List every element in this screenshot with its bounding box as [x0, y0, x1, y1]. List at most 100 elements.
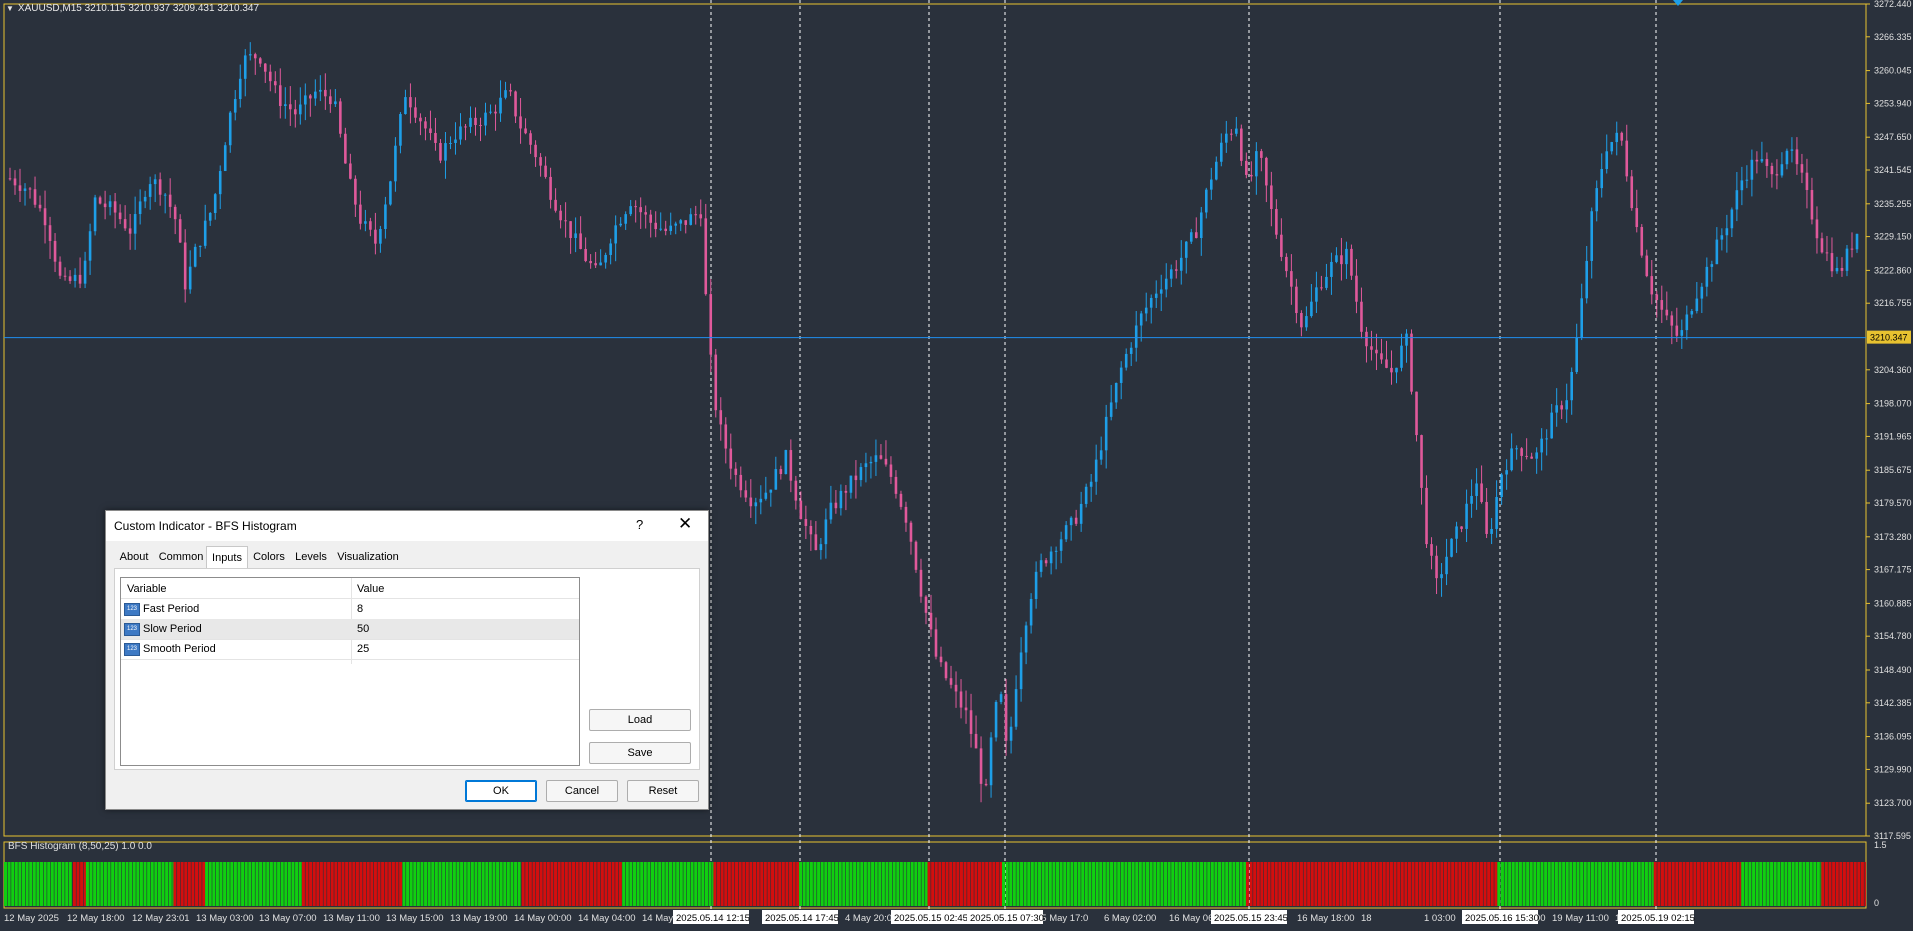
tab-about[interactable]: About	[116, 548, 152, 567]
histogram-bar	[1225, 862, 1229, 906]
histogram-bar	[1030, 862, 1034, 906]
histogram-bar	[173, 862, 177, 906]
table-row[interactable]: 123 Fast Period 8	[121, 599, 579, 620]
histogram-bar	[632, 862, 636, 906]
candle-body	[894, 476, 898, 494]
histogram-bar	[1558, 862, 1562, 906]
histogram-bar	[1689, 862, 1693, 906]
histogram-bar	[781, 862, 785, 906]
histogram-bar	[820, 862, 824, 906]
candle-body	[1525, 455, 1528, 457]
candle-body	[699, 214, 703, 219]
histogram-bar	[1598, 862, 1602, 906]
histogram-bar	[1536, 862, 1540, 906]
ok-button[interactable]: OK	[465, 780, 537, 802]
histogram-bar	[395, 862, 399, 906]
cancel-button[interactable]: Cancel	[546, 780, 618, 802]
reset-button[interactable]: Reset	[627, 780, 699, 802]
histogram-bar	[43, 862, 47, 906]
candle-body	[113, 201, 117, 213]
trade-marker-icon[interactable]	[1673, 0, 1683, 6]
histogram-bar	[1106, 862, 1110, 906]
histogram-bar	[1693, 862, 1697, 906]
candle-body	[1220, 142, 1223, 162]
tab-visualization[interactable]: Visualization	[336, 548, 400, 567]
column-header-variable[interactable]: Variable	[127, 583, 167, 595]
candle-body	[1450, 538, 1453, 557]
candle-body	[1069, 517, 1073, 526]
histogram-bar	[697, 862, 701, 906]
tab-inputs[interactable]: Inputs	[206, 546, 248, 569]
candle-body	[33, 189, 37, 205]
candle-body	[1715, 239, 1719, 265]
histogram-bar	[1048, 862, 1052, 906]
candle-body	[834, 502, 838, 509]
histogram-bar	[157, 862, 161, 906]
collapse-arrow-icon[interactable]: ▼	[6, 4, 14, 13]
candle-body	[1385, 359, 1388, 368]
candle-body	[1425, 487, 1428, 545]
param-name: Slow Period	[143, 623, 202, 635]
histogram-bar	[543, 862, 547, 906]
candle-body	[1505, 470, 1508, 475]
candle-body	[629, 206, 632, 215]
param-value[interactable]: 8	[357, 603, 363, 615]
price-axis-label: 3222.860	[1874, 265, 1912, 275]
histogram-bar	[1864, 862, 1866, 906]
histogram-bar	[874, 862, 878, 906]
help-button[interactable]: ?	[636, 517, 643, 532]
candle-body	[1325, 276, 1328, 288]
histogram-bar	[1630, 862, 1634, 906]
load-button[interactable]: Load	[589, 709, 691, 731]
histogram-bar	[359, 862, 363, 906]
dialog-titlebar[interactable]: Custom Indicator - BFS Histogram ? ✕	[106, 511, 708, 541]
histogram-bar	[129, 862, 133, 906]
histogram-bar	[111, 862, 115, 906]
save-button[interactable]: Save	[589, 742, 691, 764]
histogram-bar	[1576, 862, 1580, 906]
candle-body	[429, 128, 432, 134]
histogram-bar	[305, 862, 309, 906]
histogram-bar	[597, 862, 601, 906]
histogram-bar	[1350, 862, 1354, 906]
histogram-bar	[1274, 862, 1278, 906]
histogram-bar	[1368, 862, 1372, 906]
param-value[interactable]: 25	[357, 643, 369, 655]
histogram-bar	[1346, 862, 1350, 906]
histogram-bar	[1678, 862, 1682, 906]
close-icon[interactable]: ✕	[678, 514, 692, 534]
histogram-bar	[945, 862, 949, 906]
candle-body	[58, 261, 62, 276]
candle-body	[1585, 260, 1589, 299]
histogram-bar	[1131, 862, 1135, 906]
time-crosshair-label: 2025.05.19 02:15	[1621, 913, 1695, 924]
histogram-bar	[1526, 862, 1530, 906]
histogram-bar	[373, 862, 377, 906]
candle-body	[294, 109, 297, 115]
time-crosshair-label: 2025.05.16 15:30	[1465, 913, 1539, 924]
tab-levels[interactable]: Levels	[292, 548, 330, 567]
histogram-bar	[1821, 862, 1825, 906]
candle-body	[714, 354, 718, 411]
tab-common[interactable]: Common	[158, 548, 204, 567]
candle-body	[1550, 412, 1553, 439]
param-value[interactable]: 50	[357, 623, 369, 635]
table-row[interactable]: 123 Slow Period 50	[121, 619, 579, 640]
candle-body	[148, 184, 152, 197]
histogram-bar	[93, 862, 97, 906]
histogram-bar	[1117, 862, 1121, 906]
candle-body	[1104, 416, 1108, 451]
price-axis-label: 3216.755	[1874, 298, 1912, 308]
candle-body	[258, 58, 262, 64]
candle-body	[959, 691, 963, 708]
column-header-value[interactable]: Value	[357, 583, 384, 595]
candle-body	[884, 458, 888, 465]
histogram-bar	[269, 862, 273, 906]
histogram-bar	[871, 862, 875, 906]
tab-colors[interactable]: Colors	[250, 548, 288, 567]
histogram-bar	[1619, 862, 1623, 906]
histogram-bar	[1515, 862, 1519, 906]
histogram-bar	[1263, 862, 1267, 906]
table-row[interactable]: 123 Smooth Period 25	[121, 639, 579, 660]
histogram-bar	[1686, 862, 1690, 906]
